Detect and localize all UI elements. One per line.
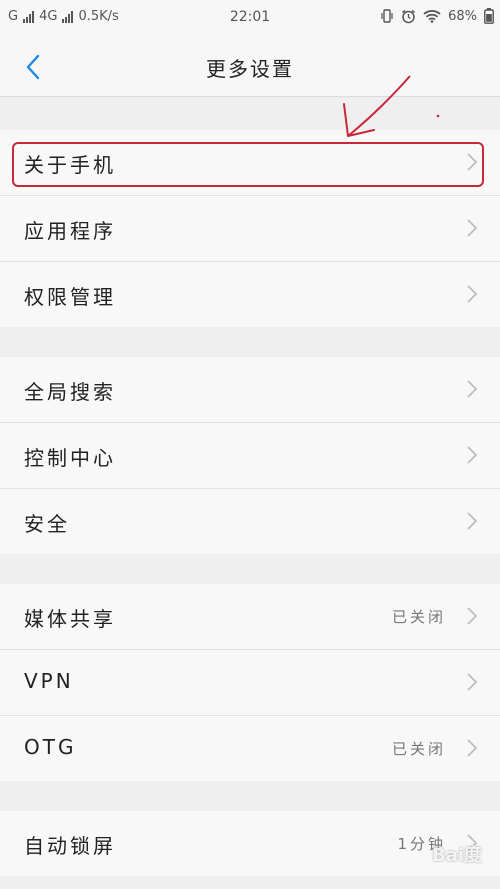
settings-item-media-sharing[interactable]: 媒体共享 已关闭 bbox=[0, 584, 500, 650]
chevron-right-icon bbox=[467, 607, 478, 625]
settings-item-security[interactable]: 安全 bbox=[0, 489, 500, 554]
wifi-icon bbox=[423, 10, 441, 23]
settings-item-control-center[interactable]: 控制中心 bbox=[0, 423, 500, 489]
chevron-right-icon bbox=[467, 285, 478, 303]
alarm-icon bbox=[402, 9, 416, 23]
status-bar: G 4G 0.5K/s 22:01 68% bbox=[0, 0, 500, 36]
settings-item-label: 权限管理 bbox=[24, 285, 116, 309]
settings-item-label: OTG bbox=[24, 735, 77, 759]
settings-item-value: 已关闭 bbox=[391, 608, 446, 626]
vibrate-icon bbox=[381, 9, 393, 23]
settings-item-value: 已关闭 bbox=[391, 740, 446, 758]
settings-group-3: 媒体共享 已关闭 VPN OTG 已关闭 bbox=[0, 584, 500, 781]
battery-percent: 68% bbox=[448, 8, 477, 24]
settings-item-label: 控制中心 bbox=[24, 446, 116, 470]
settings-item-label: 媒体共享 bbox=[24, 607, 116, 631]
status-right: 68% bbox=[380, 8, 494, 24]
battery-icon bbox=[484, 8, 494, 24]
settings-item-label: 全局搜索 bbox=[24, 380, 116, 404]
chevron-right-icon bbox=[467, 219, 478, 237]
chevron-right-icon bbox=[467, 739, 478, 757]
chevron-right-icon bbox=[467, 446, 478, 464]
chevron-right-icon bbox=[467, 380, 478, 398]
settings-item-label: 自动锁屏 bbox=[24, 834, 116, 858]
chevron-right-icon bbox=[467, 673, 478, 691]
settings-group-4: 自动锁屏 1分钟 bbox=[0, 811, 500, 876]
settings-item-vpn[interactable]: VPN bbox=[0, 650, 500, 716]
settings-item-label: 安全 bbox=[24, 512, 70, 536]
annotation-arrow-icon bbox=[343, 75, 440, 137]
settings-item-label: VPN bbox=[24, 669, 74, 693]
settings-item-auto-lock[interactable]: 自动锁屏 1分钟 bbox=[0, 811, 500, 876]
settings-item-otg[interactable]: OTG 已关闭 bbox=[0, 716, 500, 781]
watermark-logo: Bai度 bbox=[431, 845, 482, 866]
settings-item-global-search[interactable]: 全局搜索 bbox=[0, 357, 500, 423]
settings-item-permissions[interactable]: 权限管理 bbox=[0, 262, 500, 327]
settings-group-2: 全局搜索 控制中心 安全 bbox=[0, 357, 500, 554]
chevron-right-icon bbox=[467, 512, 478, 530]
settings-item-applications[interactable]: 应用程序 bbox=[0, 196, 500, 262]
settings-item-label: 应用程序 bbox=[24, 219, 116, 243]
